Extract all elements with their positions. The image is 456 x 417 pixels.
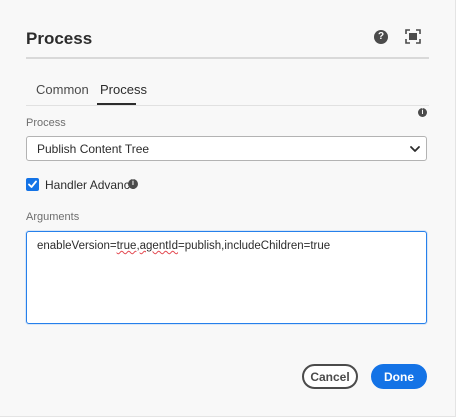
tab-bar: Common Process [26,74,429,107]
checkmark-icon [28,180,37,188]
arguments-text-part: =publish,includeChildren=true [178,240,331,252]
process-field-label: Process [26,117,66,129]
process-select[interactable]: Publish Content Tree [26,136,427,161]
process-select-value: Publish Content Tree [37,142,150,156]
active-tab-indicator [97,103,136,105]
info-icon[interactable]: i [128,179,138,189]
arguments-text-part: true [116,240,137,252]
cancel-button[interactable]: Cancel [302,364,358,389]
arguments-textarea[interactable]: enableVersion=true,agentId=publish,inclu… [26,231,427,324]
handler-advance-label: Handler Advance [45,178,137,192]
tabs-baseline [26,105,429,106]
done-button[interactable]: Done [371,364,427,389]
chevron-down-icon [410,146,420,152]
handler-advance-checkbox[interactable] [26,178,39,191]
tab-process[interactable]: Process [100,82,147,97]
header-divider [26,57,429,59]
help-icon[interactable]: ? [374,30,388,44]
info-icon[interactable]: i [418,108,427,117]
process-dialog: Process ? Common Process i Process Publi… [0,0,456,417]
arguments-text-part: enableVersion= [37,240,117,252]
tab-common[interactable]: Common [36,82,89,97]
fullscreen-icon[interactable] [405,29,421,44]
arguments-field-label: Arguments [26,211,80,223]
arguments-text-part: agentId [139,240,179,252]
dialog-title: Process [26,29,93,48]
